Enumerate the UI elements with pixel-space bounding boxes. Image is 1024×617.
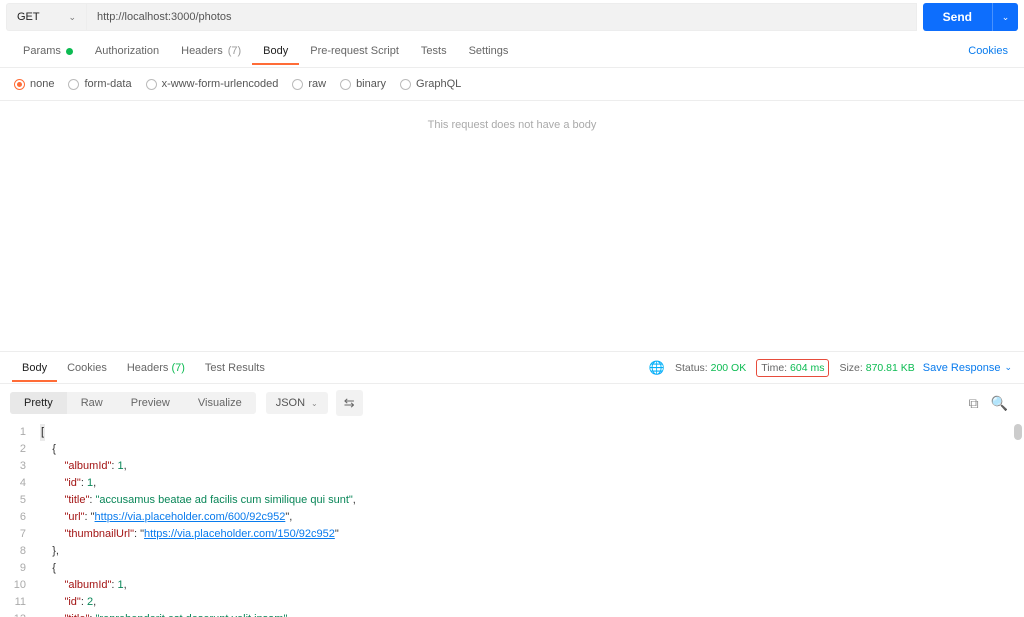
tab-authorization[interactable]: Authorization	[84, 36, 170, 65]
radio-icon	[400, 79, 411, 90]
wrap-lines-button[interactable]: ⇆	[336, 390, 363, 416]
response-meta: 🌐 Status: 200 OK Time: 604 ms Size: 870.…	[649, 359, 915, 377]
view-raw[interactable]: Raw	[67, 392, 117, 414]
radio-icon	[292, 79, 303, 90]
chevron-down-icon: ⌄	[1002, 12, 1010, 23]
body-type-none[interactable]: none	[14, 78, 54, 90]
globe-icon[interactable]: 🌐	[649, 360, 665, 376]
view-pretty[interactable]: Pretty	[10, 392, 67, 414]
body-type-binary[interactable]: binary	[340, 78, 386, 90]
response-tab-cookies[interactable]: Cookies	[57, 353, 117, 382]
request-bar: GET ⌄ Send ⌄	[0, 0, 1024, 34]
chevron-down-icon: ⌄	[68, 12, 76, 23]
copy-icon[interactable]: ⧉	[963, 391, 985, 416]
tab-settings[interactable]: Settings	[458, 36, 520, 65]
view-mode-group: Pretty Raw Preview Visualize	[10, 392, 256, 414]
chevron-down-icon: ⌄	[311, 399, 318, 408]
tab-body[interactable]: Body	[252, 36, 299, 65]
empty-body-message: This request does not have a body	[428, 119, 597, 131]
response-header: Body Cookies Headers (7) Test Results 🌐 …	[0, 351, 1024, 384]
body-type-graphql[interactable]: GraphQL	[400, 78, 461, 90]
params-indicator-dot	[66, 48, 73, 55]
body-type-urlencoded[interactable]: x-www-form-urlencoded	[146, 78, 279, 90]
language-select[interactable]: JSON ⌄	[266, 392, 328, 414]
http-method-value: GET	[17, 11, 40, 23]
response-toolbar: Pretty Raw Preview Visualize JSON ⌄ ⇆ ⧉ …	[0, 384, 1024, 422]
body-type-raw[interactable]: raw	[292, 78, 326, 90]
url-input-wrap	[86, 3, 917, 31]
request-tabs: Params Authorization Headers (7) Body Pr…	[0, 34, 1024, 68]
chevron-down-icon: ⌄	[1004, 362, 1012, 373]
send-dropdown-button[interactable]: ⌄	[992, 3, 1018, 31]
tab-params[interactable]: Params	[12, 36, 84, 65]
response-tab-headers[interactable]: Headers (7)	[117, 353, 195, 382]
radio-icon	[340, 79, 351, 90]
response-tabs: Body Cookies Headers (7) Test Results	[12, 353, 275, 382]
request-body-area: This request does not have a body	[0, 101, 1024, 351]
wrap-icon: ⇆	[344, 395, 355, 410]
radio-icon	[146, 79, 157, 90]
save-response-button[interactable]: Save Response ⌄	[923, 362, 1012, 374]
radio-icon	[68, 79, 79, 90]
tab-prerequest[interactable]: Pre-request Script	[299, 36, 410, 65]
radio-icon	[14, 79, 25, 90]
view-preview[interactable]: Preview	[117, 392, 184, 414]
response-tab-test-results[interactable]: Test Results	[195, 353, 275, 382]
response-tab-body[interactable]: Body	[12, 353, 57, 382]
status-block: Status: 200 OK	[675, 362, 746, 374]
time-block: Time: 604 ms	[756, 359, 829, 377]
send-button[interactable]: Send	[923, 3, 992, 31]
line-gutter: 123456789101112131415	[0, 422, 36, 617]
http-method-select[interactable]: GET ⌄	[6, 3, 86, 31]
tab-tests[interactable]: Tests	[410, 36, 458, 65]
url-input[interactable]	[86, 3, 917, 31]
body-type-row: none form-data x-www-form-urlencoded raw…	[0, 68, 1024, 101]
view-visualize[interactable]: Visualize	[184, 392, 256, 414]
code-content[interactable]: [ { "albumId": 1, "id": 1, "title": "acc…	[36, 422, 1024, 617]
size-block: Size: 870.81 KB	[839, 362, 914, 374]
response-body-viewer[interactable]: 123456789101112131415 [ { "albumId": 1, …	[0, 422, 1024, 617]
body-type-form-data[interactable]: form-data	[68, 78, 131, 90]
tab-headers[interactable]: Headers (7)	[170, 36, 252, 65]
search-icon[interactable]: 🔍	[985, 391, 1014, 416]
cookies-link[interactable]: Cookies	[968, 45, 1012, 57]
scrollbar-thumb[interactable]	[1014, 424, 1022, 440]
